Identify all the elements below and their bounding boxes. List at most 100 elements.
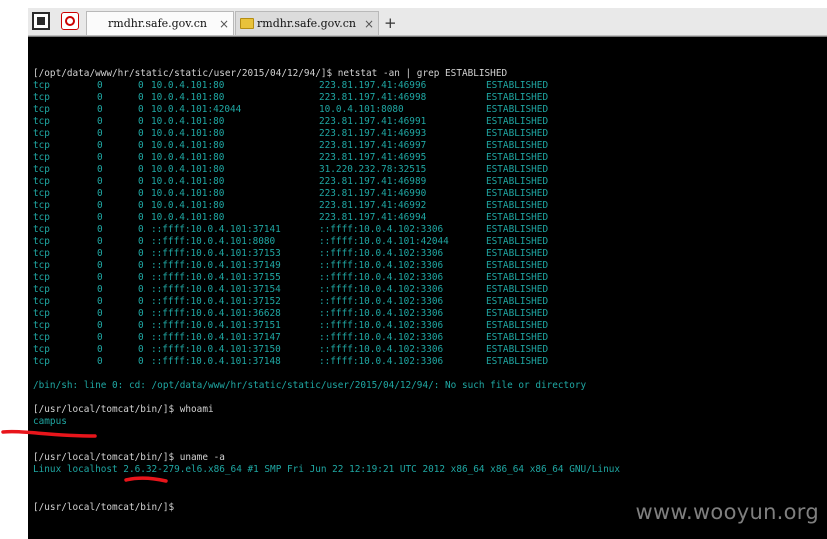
cell-send-q: 0 [138,212,144,223]
cell-state: ESTABLISHED [486,248,549,259]
tab-label: rmdhr.safe.gov.cn [108,17,207,30]
cell-local-address: 10.0.4.101:80 [151,188,225,199]
cell-local-address: 10.0.4.101:80 [151,92,225,103]
cell-state: ESTABLISHED [486,200,549,211]
text-cursor [174,500,180,510]
error-line: /bin/sh: line 0: cd: /opt/data/www/hr/st… [33,380,587,391]
cell-state: ESTABLISHED [486,164,549,175]
cell-local-address: ::ffff:10.0.4.101:37153 [151,248,281,259]
connection-row: tcp 0 0 10.0.4.101:42044 10.0.4.101:8080 ESTA… [33,104,827,116]
connection-row: tcp 0 0::ffff:10.0.4.101:37151::ffff:10.0.… [33,320,827,332]
cell-local-address: ::ffff:10.0.4.101:8080 [151,236,276,247]
cell-proto: tcp [33,236,50,247]
terminal-window[interactable]: [/opt/data/www/hr/static/static/user/201… [28,36,827,539]
cell-foreign-address: ::ffff:10.0.4.102:3306 [319,308,444,319]
cell-proto: tcp [33,344,50,355]
cell-state: ESTABLISHED [486,296,549,307]
cell-send-q: 0 [138,332,144,343]
cell-state: ESTABLISHED [486,236,549,247]
record-icon[interactable] [61,12,79,30]
cell-local-address: ::ffff:10.0.4.101:36628 [151,308,281,319]
cell-proto: tcp [33,188,50,199]
cell-send-q: 0 [138,92,144,103]
cell-foreign-address: ::ffff:10.0.4.102:3306 [319,356,444,367]
cell-state: ESTABLISHED [486,356,549,367]
cell-recv-q: 0 [97,260,103,271]
cell-local-address: 10.0.4.101:42044 [151,104,242,115]
annotation-underline-user [1,429,97,438]
cell-foreign-address: 223.81.197.41:46992 [319,200,427,211]
close-tab-icon[interactable]: × [364,17,374,31]
cell-proto: tcp [33,212,50,223]
connection-row: tcp 0 0 10.0.4.101:80 223.81.197.41:46989 EST… [33,176,827,188]
cell-state: ESTABLISHED [486,272,549,283]
annotation-underline-kernel [124,476,168,483]
cell-recv-q: 0 [97,176,103,187]
cell-recv-q: 0 [97,296,103,307]
cell-state: ESTABLISHED [486,80,549,91]
cell-state: ESTABLISHED [486,104,549,115]
connection-row: tcp 0 0::ffff:10.0.4.101:37147::ffff:10.0.… [33,332,827,344]
cell-local-address: ::ffff:10.0.4.101:37150 [151,344,281,355]
cell-recv-q: 0 [97,248,103,259]
cell-state: ESTABLISHED [486,284,549,295]
cell-state: ESTABLISHED [486,188,549,199]
cell-foreign-address: ::ffff:10.0.4.102:3306 [319,284,444,295]
cell-foreign-address: 223.81.197.41:46998 [319,92,427,103]
connection-row: tcp 0 0 10.0.4.101:80 223.81.197.41:46998 EST… [33,92,827,104]
cell-local-address: ::ffff:10.0.4.101:37154 [151,284,281,295]
browser-tab-bar: rmdhr.safe.gov.cn × rmdhr.safe.gov.cn × … [28,8,827,65]
cell-state: ESTABLISHED [486,308,549,319]
terminal-output: [/opt/data/www/hr/static/static/user/201… [33,68,827,513]
cell-foreign-address: 10.0.4.101:8080 [319,104,404,115]
cell-local-address: 10.0.4.101:80 [151,212,225,223]
connection-row: tcp 0 0::ffff:10.0.4.101:37154::ffff:10.0.… [33,284,827,296]
cell-state: ESTABLISHED [486,92,549,103]
cell-state: ESTABLISHED [486,176,549,187]
cell-send-q: 0 [138,308,144,319]
cell-recv-q: 0 [97,236,103,247]
cell-proto: tcp [33,320,50,331]
cell-foreign-address: ::ffff:10.0.4.102:3306 [319,344,444,355]
cell-local-address: 10.0.4.101:80 [151,152,225,163]
connection-row: tcp 0 0::ffff:10.0.4.101:37152::ffff:10.0.… [33,296,827,308]
tab-file-manager[interactable]: rmdhr.safe.gov.cn × [235,11,379,35]
cell-foreign-address: 223.81.197.41:46990 [319,188,427,199]
cell-send-q: 0 [138,272,144,283]
cell-proto: tcp [33,152,50,163]
cell-foreign-address: 223.81.197.41:46994 [319,212,427,223]
cell-proto: tcp [33,284,50,295]
cell-send-q: 0 [138,248,144,259]
watermark: www.wooyun.org [635,500,819,524]
window-control-icon[interactable] [32,12,50,30]
cell-proto: tcp [33,128,50,139]
new-tab-icon[interactable]: + [384,14,397,32]
connection-row: tcp 0 0::ffff:10.0.4.101:37149::ffff:10.0.… [33,260,827,272]
connection-row: tcp 0 0 10.0.4.101:80 223.81.197.41:46997 EST… [33,140,827,152]
cell-proto: tcp [33,140,50,151]
cell-local-address: 10.0.4.101:80 [151,200,225,211]
cell-recv-q: 0 [97,140,103,151]
cell-recv-q: 0 [97,284,103,295]
cell-local-address: 10.0.4.101:80 [151,140,225,151]
connection-row: tcp 0 0::ffff:10.0.4.101:8080::ffff:10.0.4… [33,236,827,248]
cell-send-q: 0 [138,260,144,271]
cell-proto: tcp [33,80,50,91]
cell-recv-q: 0 [97,92,103,103]
cell-send-q: 0 [138,128,144,139]
connection-row: tcp 0 0 10.0.4.101:80 223.81.197.41:46993 EST… [33,128,827,140]
cell-send-q: 0 [138,236,144,247]
cell-local-address: ::ffff:10.0.4.101:37147 [151,332,281,343]
tab-terminal[interactable]: rmdhr.safe.gov.cn × [86,11,234,65]
cell-proto: tcp [33,248,50,259]
cell-local-address: ::ffff:10.0.4.101:37149 [151,260,281,271]
close-tab-icon[interactable]: × [219,17,229,31]
cell-send-q: 0 [138,104,144,115]
cell-state: ESTABLISHED [486,224,549,235]
cell-foreign-address: 223.81.197.41:46995 [319,152,427,163]
cell-state: ESTABLISHED [486,152,549,163]
cell-recv-q: 0 [97,272,103,283]
cell-foreign-address: ::ffff:10.0.4.102:3306 [319,224,444,235]
cell-recv-q: 0 [97,224,103,235]
cell-proto: tcp [33,164,50,175]
